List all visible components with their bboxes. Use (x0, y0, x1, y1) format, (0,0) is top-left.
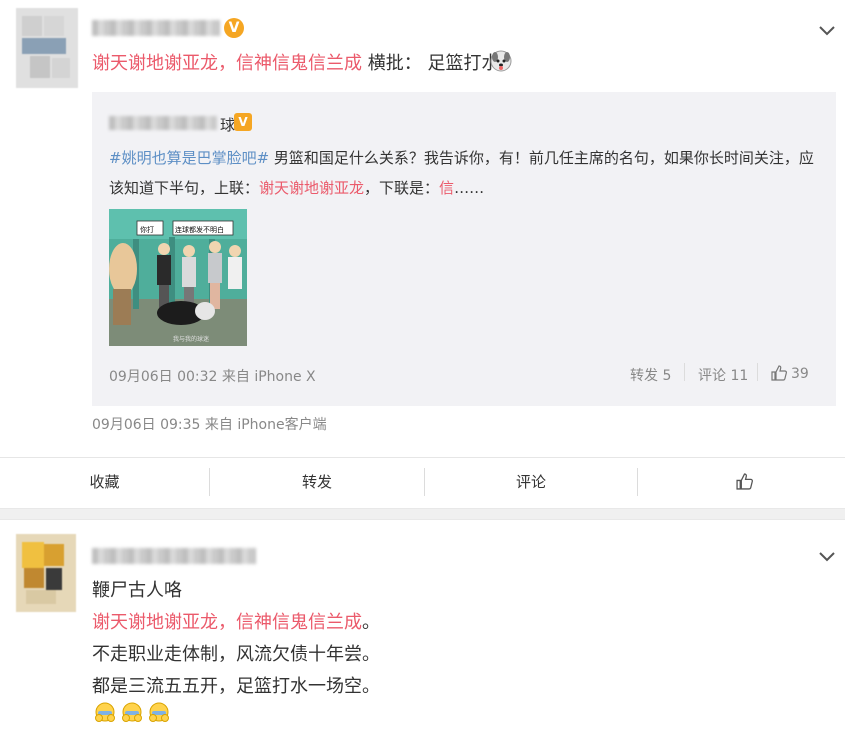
comment-button[interactable]: 评论 (425, 458, 637, 508)
comment-line-1: 鞭尸古人咯 (92, 580, 182, 601)
quoted-repost-count[interactable]: 转发 5 (630, 365, 671, 385)
like-button[interactable] (638, 458, 845, 508)
chevron-down-icon[interactable] (818, 24, 836, 38)
divider (684, 363, 685, 381)
post-time[interactable]: 09月06日 09:35 来自 iPhone客户端 (92, 414, 327, 434)
quoted-post[interactable]: 球 V #姚明也算是巴掌脸吧# 男篮和国足什么关系？我告诉你，有！前几任主席的名… (92, 92, 836, 406)
comment-line-4: 都是三流五五开，足篮打水一场空。 (92, 676, 380, 697)
quoted-username-suffix[interactable]: 球 (220, 114, 235, 135)
quoted-text-line-2: 该知道下半句，上联：谢天谢地谢亚龙，下联是：信…… (109, 179, 485, 197)
quote-link[interactable]: 谢天谢地谢亚龙，信神信鬼信兰成 (92, 53, 362, 74)
comic-watermark: 我与我的球迷 (173, 335, 209, 343)
repost-button[interactable]: 转发 (210, 458, 424, 508)
quote-link[interactable]: 信 (439, 179, 454, 197)
quoted-username-blurred[interactable] (109, 116, 217, 130)
username-blurred[interactable] (92, 548, 256, 564)
quoted-like-count[interactable]: 39 (791, 366, 809, 382)
username-blurred[interactable] (92, 20, 220, 36)
comic-caption-left: 你打 (140, 225, 154, 234)
avatar[interactable] (16, 8, 78, 88)
thumb-up-icon (736, 473, 753, 490)
post-separator (0, 508, 845, 520)
weibo-post-1: V 谢天谢地谢亚龙，信神信鬼信兰成 横批： 足篮打水 球 V #姚明也算是巴掌脸… (0, 0, 845, 508)
post-text: 横批： 足篮打水 (362, 53, 500, 74)
quoted-text-line-1: #姚明也算是巴掌脸吧# 男篮和国足什么关系？我告诉你，有！前几任主席的名句，如果… (109, 149, 814, 167)
quoted-post-time[interactable]: 09月06日 00:32 来自 iPhone X (109, 366, 316, 386)
verified-badge: V (224, 18, 244, 38)
post-content: 谢天谢地谢亚龙，信神信鬼信兰成 横批： 足篮打水 (92, 49, 499, 75)
comment-line-3: 不走职业走体制，风流欠债十年尝。 (92, 644, 380, 665)
quote-link[interactable]: 谢天谢地谢亚龙，信神信鬼信兰成 (92, 612, 362, 633)
comment-line-2: 谢天谢地谢亚龙，信神信鬼信兰成。 (92, 612, 380, 633)
avatar[interactable] (16, 534, 76, 612)
chevron-down-icon[interactable] (818, 550, 836, 564)
emoji-cover-face-icon (95, 702, 115, 722)
emoji-cover-face-icon (122, 702, 142, 722)
action-bar: 收藏 转发 评论 (0, 457, 845, 508)
comic-caption-right: 连球都发不明白 (175, 225, 224, 234)
emoji-cover-face-icon (149, 702, 169, 722)
hashtag-link[interactable]: #姚明也算是巴掌脸吧# (109, 149, 269, 167)
emoji-dog-icon (490, 50, 512, 72)
comic-image: 你打 连球都发不明白 我与我的球迷 (109, 209, 247, 346)
weibo-post-2: 鞭尸古人咯 谢天谢地谢亚龙，信神信鬼信兰成。 不走职业走体制，风流欠债十年尝。 … (0, 520, 845, 732)
quoted-verified-badge: V (234, 113, 252, 131)
quote-link[interactable]: 谢天谢地谢亚龙 (259, 179, 364, 197)
collect-button[interactable]: 收藏 (0, 458, 209, 508)
divider (757, 363, 758, 381)
post-image-thumbnail[interactable]: 你打 连球都发不明白 我与我的球迷 (109, 209, 247, 346)
thumb-up-icon[interactable] (771, 365, 787, 381)
quoted-comment-count[interactable]: 评论 11 (698, 365, 748, 385)
